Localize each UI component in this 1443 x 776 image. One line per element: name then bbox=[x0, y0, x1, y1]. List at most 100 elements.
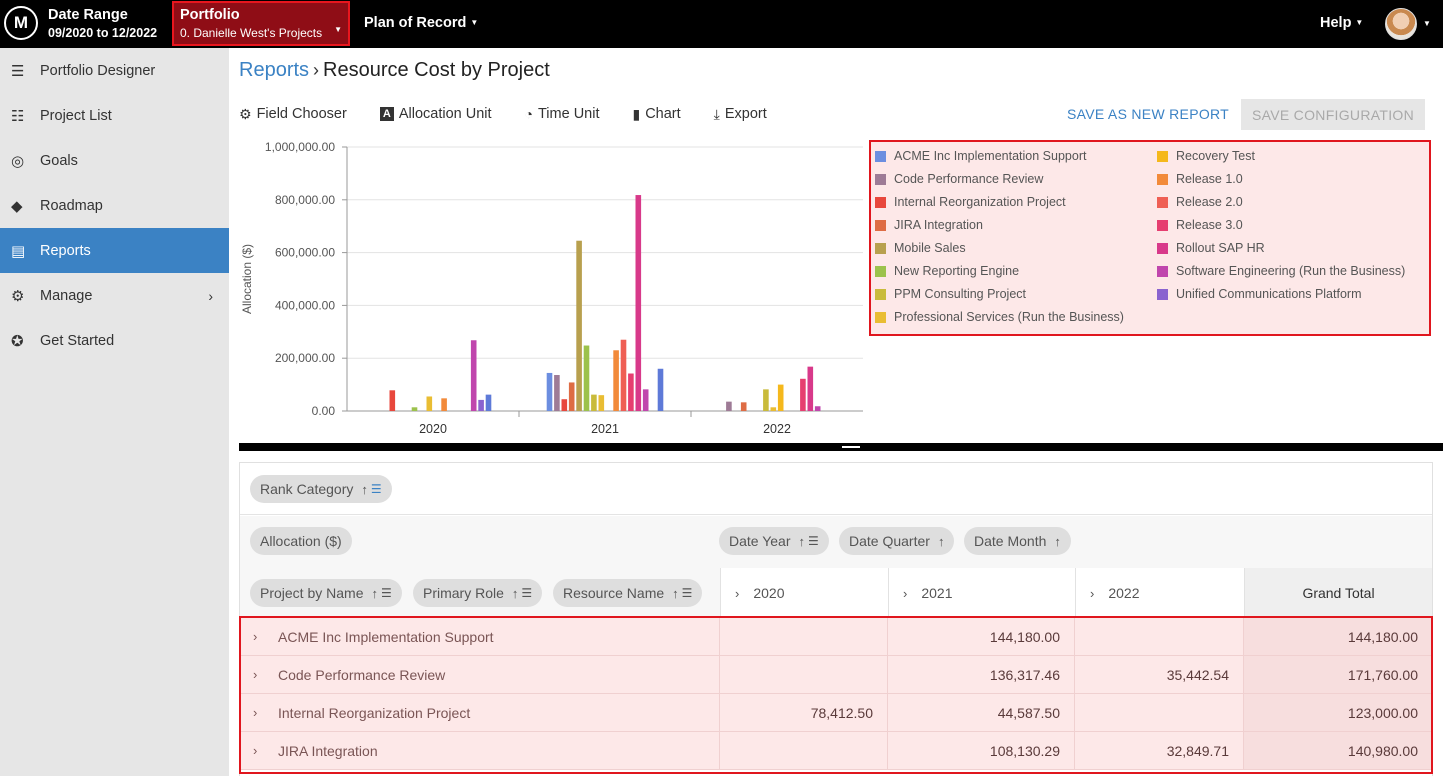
expand-chevron-icon[interactable]: › bbox=[253, 629, 257, 644]
chart-bar[interactable] bbox=[740, 402, 747, 411]
table-row[interactable]: › Internal Reorganization Project 78,412.5… bbox=[241, 694, 1432, 732]
sort-asc-icon[interactable]: ↑ bbox=[672, 586, 679, 601]
plan-of-record-menu[interactable]: Plan of Record ▼ bbox=[364, 15, 478, 31]
sidebar-item-project-list[interactable]: ☷ Project List bbox=[0, 93, 229, 138]
chart-bar[interactable] bbox=[583, 345, 590, 411]
sort-asc-icon[interactable]: ↑ bbox=[371, 586, 378, 601]
filter-icon[interactable]: ☰ bbox=[808, 534, 819, 548]
filter-icon[interactable]: ☰ bbox=[381, 586, 392, 600]
rank-category-chip[interactable]: Rank Category ↑ ☰ bbox=[250, 475, 392, 503]
resource-name-chip[interactable]: Resource Name ↑ ☰ bbox=[553, 579, 703, 607]
project-by-name-chip[interactable]: Project by Name ↑ ☰ bbox=[250, 579, 402, 607]
sidebar-item-manage[interactable]: ⚙ Manage › bbox=[0, 273, 229, 318]
date-quarter-chip[interactable]: Date Quarter ↑ bbox=[839, 527, 955, 555]
chart-bar[interactable] bbox=[807, 366, 814, 411]
chevron-right-icon[interactable]: › bbox=[735, 586, 739, 601]
expand-chevron-icon[interactable]: › bbox=[253, 743, 257, 758]
legend-item[interactable]: Release 2.0 bbox=[1157, 195, 1243, 209]
chart-bar[interactable] bbox=[763, 389, 769, 411]
export-button[interactable]: ⤓ Export bbox=[714, 106, 767, 123]
chart-bar[interactable] bbox=[620, 339, 627, 411]
legend-item[interactable]: Unified Communications Platform bbox=[1157, 287, 1362, 301]
legend-item[interactable]: PPM Consulting Project bbox=[875, 287, 1026, 301]
save-configuration-button[interactable]: SAVE CONFIGURATION bbox=[1241, 99, 1425, 130]
time-unit-button[interactable]: ◔ Time Unit bbox=[525, 106, 600, 122]
column-header-2022[interactable]: › 2022 bbox=[1075, 568, 1244, 619]
chart-bar[interactable] bbox=[546, 372, 553, 411]
breadcrumb-reports-link[interactable]: Reports bbox=[239, 59, 309, 81]
chart-bar[interactable] bbox=[561, 399, 568, 411]
legend-item[interactable]: Internal Reorganization Project bbox=[875, 195, 1066, 209]
sort-asc-icon[interactable]: ↑ bbox=[361, 482, 368, 497]
chart-bar[interactable] bbox=[598, 395, 605, 411]
sidebar-item-reports[interactable]: ▤ Reports bbox=[0, 228, 229, 273]
legend-item[interactable]: Release 1.0 bbox=[1157, 172, 1243, 186]
sort-asc-icon[interactable]: ↑ bbox=[1054, 534, 1061, 549]
drag-handle-icon[interactable] bbox=[842, 446, 860, 448]
chart-bar[interactable] bbox=[591, 394, 597, 411]
allocation-unit-button[interactable]: A Allocation Unit bbox=[379, 106, 492, 122]
legend-item[interactable]: Software Engineering (Run the Business) bbox=[1157, 264, 1405, 278]
expand-chevron-icon[interactable]: › bbox=[253, 705, 257, 720]
date-year-chip[interactable]: Date Year ↑ ☰ bbox=[719, 527, 829, 555]
chart-bar[interactable] bbox=[554, 375, 560, 411]
chart-bar[interactable] bbox=[814, 406, 821, 411]
portfolio-selector[interactable]: Portfolio 0. Danielle West's Projects ▼ bbox=[172, 1, 350, 46]
allocation-chip[interactable]: Allocation ($) bbox=[250, 527, 352, 555]
chart-bar[interactable] bbox=[426, 396, 433, 411]
chart-bar[interactable] bbox=[576, 240, 582, 411]
expand-chevron-icon[interactable]: › bbox=[253, 667, 257, 682]
chart-bar[interactable] bbox=[568, 382, 575, 411]
legend-item[interactable]: Recovery Test bbox=[1157, 149, 1255, 163]
chart-bar[interactable] bbox=[411, 407, 418, 411]
sidebar-item-roadmap[interactable]: ◆ Roadmap bbox=[0, 183, 229, 228]
sort-asc-icon[interactable]: ↑ bbox=[938, 534, 945, 549]
column-header-2020[interactable]: › 2020 bbox=[720, 568, 888, 619]
splitter[interactable] bbox=[239, 443, 1443, 451]
primary-role-chip[interactable]: Primary Role ↑ ☰ bbox=[413, 579, 543, 607]
chart-button[interactable]: ▮ Chart bbox=[632, 106, 680, 123]
legend-item[interactable]: Professional Services (Run the Business) bbox=[875, 310, 1124, 324]
chart-bar[interactable] bbox=[777, 384, 784, 411]
filter-icon[interactable]: ☰ bbox=[521, 586, 532, 600]
chart-bar[interactable] bbox=[441, 398, 447, 411]
legend-item[interactable]: Release 3.0 bbox=[1157, 218, 1243, 232]
chart-bar[interactable] bbox=[613, 350, 619, 411]
table-row[interactable]: › JIRA Integration 108,130.29 32,849.71 140,… bbox=[241, 732, 1432, 770]
chevron-right-icon[interactable]: › bbox=[903, 586, 907, 601]
table-row[interactable]: › Code Performance Review 136,317.46 35,442… bbox=[241, 656, 1432, 694]
user-avatar[interactable] bbox=[1385, 8, 1417, 40]
date-month-chip[interactable]: Date Month ↑ bbox=[964, 527, 1071, 555]
save-as-new-report-button[interactable]: SAVE AS NEW REPORT bbox=[1067, 106, 1229, 122]
chart-bar[interactable] bbox=[657, 368, 664, 411]
chart-bar[interactable] bbox=[389, 390, 396, 411]
app-logo-icon[interactable]: M bbox=[4, 6, 38, 40]
chart-bar[interactable] bbox=[628, 373, 634, 411]
legend-item[interactable]: Code Performance Review bbox=[875, 172, 1043, 186]
column-header-2021[interactable]: › 2021 bbox=[888, 568, 1075, 619]
chart-bar[interactable] bbox=[635, 195, 642, 411]
chart-bar[interactable] bbox=[642, 389, 649, 411]
help-menu[interactable]: Help ▼ bbox=[1320, 15, 1363, 31]
caret-down-icon[interactable]: ▼ bbox=[1423, 19, 1431, 28]
chart-bar[interactable] bbox=[485, 394, 492, 411]
table-row[interactable]: › ACME Inc Implementation Support 144,180.… bbox=[241, 618, 1432, 656]
sidebar-item-get-started[interactable]: ✪ Get Started bbox=[0, 318, 229, 363]
legend-item[interactable]: JIRA Integration bbox=[875, 218, 983, 232]
filter-icon[interactable]: ☰ bbox=[682, 586, 693, 600]
filter-icon[interactable]: ☰ bbox=[371, 482, 382, 496]
chart-bar[interactable] bbox=[478, 399, 484, 411]
chart-bar[interactable] bbox=[770, 407, 777, 411]
sidebar-item-goals[interactable]: ◎ Goals bbox=[0, 138, 229, 183]
field-chooser-button[interactable]: ⚙ Field Chooser bbox=[239, 106, 347, 123]
chart-bar[interactable] bbox=[470, 340, 477, 411]
legend-item[interactable]: Mobile Sales bbox=[875, 241, 966, 255]
chevron-right-icon[interactable]: › bbox=[1090, 586, 1094, 601]
legend-item[interactable]: New Reporting Engine bbox=[875, 264, 1019, 278]
legend-item[interactable]: ACME Inc Implementation Support bbox=[875, 149, 1086, 163]
chart-bar[interactable] bbox=[800, 378, 806, 411]
sidebar-item-portfolio-designer[interactable]: ☰ Portfolio Designer bbox=[0, 48, 229, 93]
sort-asc-icon[interactable]: ↑ bbox=[512, 586, 519, 601]
date-range-selector[interactable]: Date Range 09/2020 to 12/2022 bbox=[48, 6, 157, 42]
chart-bar[interactable] bbox=[726, 401, 732, 411]
